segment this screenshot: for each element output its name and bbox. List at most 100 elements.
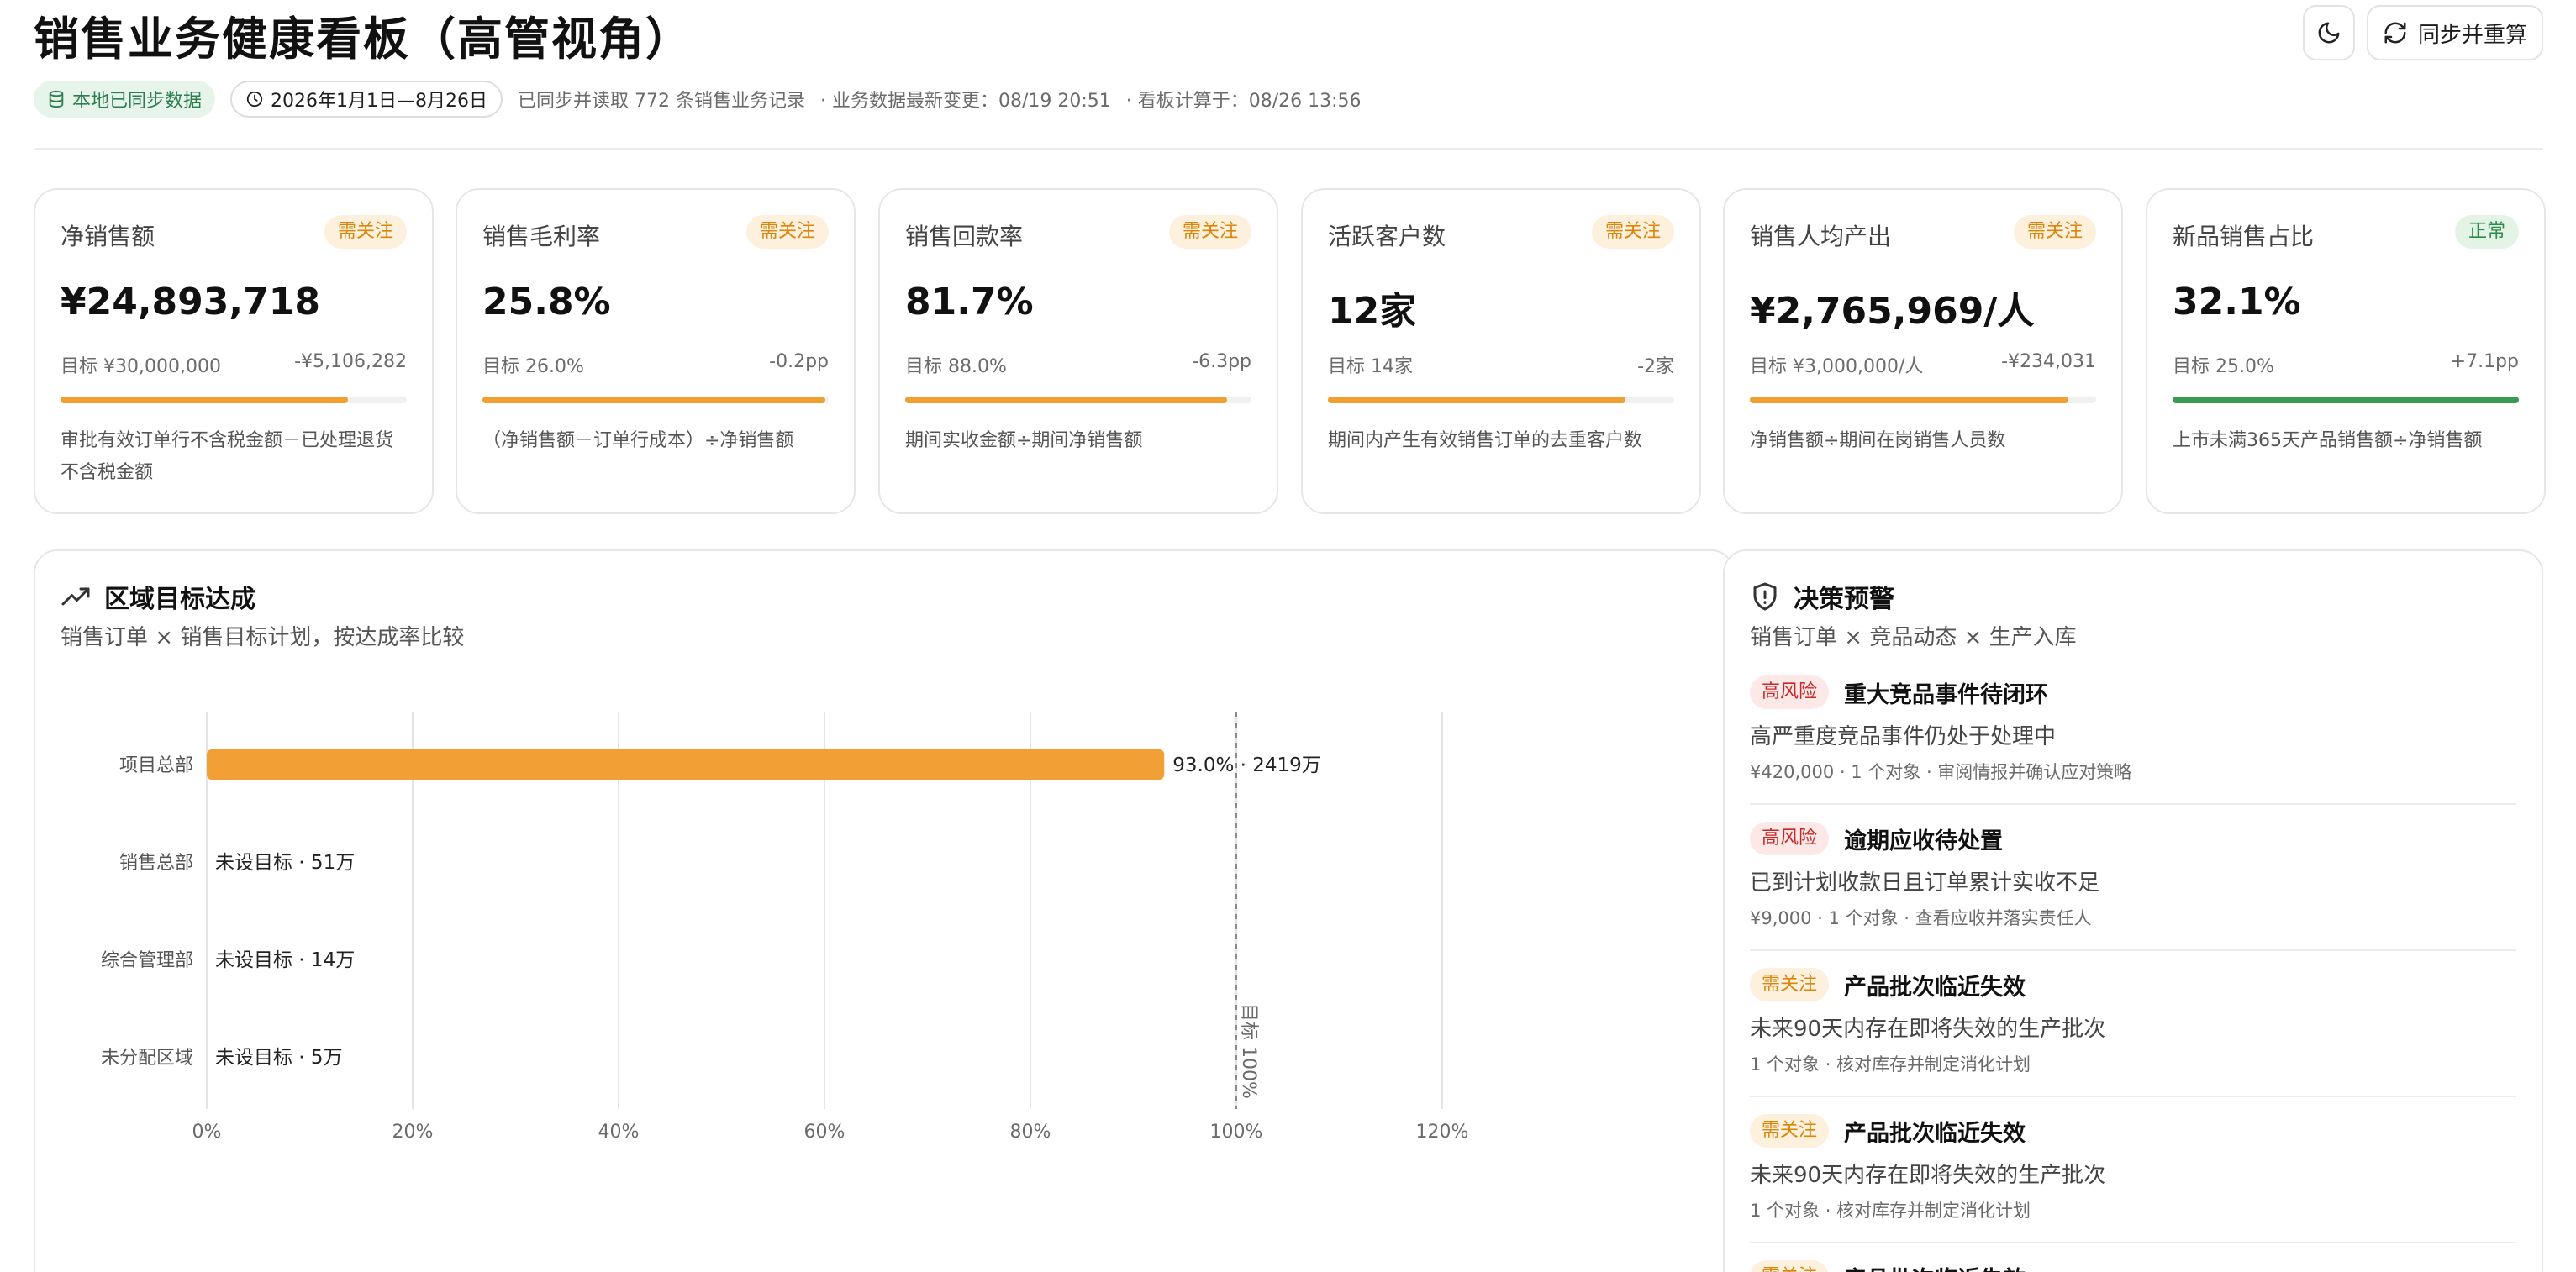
category-label: 销售总部 [119,853,193,874]
alert-description: 高严重度竞品事件仍处于处理中 [1750,724,2057,749]
kpi-description: 期间内产生有效销售订单的去重客户数 [1328,430,1643,451]
alert-level-tag: 需关注 [1750,1114,1830,1148]
alert-head: 需关注产品批次临近失效 [1750,1114,2516,1148]
kpi-progress-track [1750,397,2096,403]
kpi-delta: -6.3pp [1192,351,1251,372]
database-icon [49,90,64,108]
kpi-card[interactable]: 销售毛利率 需关注 25.8% 目标 26.0% -0.2pp （净销售额－订单行成本）÷… [456,188,856,514]
kpi-description: 上市未满365天产品销售额÷净销售额 [2173,430,2483,451]
computed-text: · 看板计算于：08/26 13:56 [1125,91,1362,112]
x-tick-label: 120% [1416,1122,1469,1143]
refresh-icon [2384,22,2406,44]
kpi-name: 销售回款率 [905,223,1024,250]
date-range-picker[interactable]: 2026年1月1日—8月26日 [230,81,503,118]
category-label: 综合管理部 [101,950,193,971]
alert-title: 产品批次临近失效 [1844,974,2026,1001]
kpi-card[interactable]: 新品销售占比 正常 32.1% 目标 25.0% +7.1pp 上市未满365天产品销售额… [2146,188,2546,514]
alert-title: 产品批次临近失效 [1844,1261,2026,1272]
bar-data-label: 未设目标 · 5万 [215,1047,343,1069]
bar [207,749,1165,780]
decision-alert-panel: 决策预警 销售订单 × 竞品动态 × 生产入库 高风险 重大竞品事件待闭环高严重度… [1723,549,2543,1272]
alert-footnote: ¥9,000 · 1 个对象 · 查看应收并落实责任人 [1750,908,2092,928]
alert-footnote: ¥420,000 · 1 个对象 · 审阅情报并确认应对策略 [1750,762,2132,782]
region-bar-chart: 0% 20% 40% 60% 80% 100% 120% 目标 100% 项目总部 93.0% ·… [101,712,1469,1143]
sync-button-label: 同步并重算 [2417,22,2527,48]
alert-title: 重大竞品事件待闭环 [1844,681,2049,708]
kpi-value: 81.7% [905,281,1034,323]
header-divider [34,148,2543,150]
kpi-delta: -¥234,031 [2001,351,2096,372]
alert-panel-title: 决策预警 [1794,585,1894,614]
theme-toggle-button[interactable] [2303,5,2355,60]
kpi-name: 活跃客户数 [1328,223,1446,250]
local-synced-label: 本地已同步数据 [72,91,203,112]
kpi-description: 净销售额÷期间在岗销售人员数 [1750,430,2006,451]
x-tick-label: 100% [1210,1122,1263,1143]
kpi-card[interactable]: 销售人均产出 需关注 ¥2,765,969/人 目标 ¥3,000,000/人 -¥23… [1723,188,2123,514]
sync-recalculate-button[interactable]: 同步并重算 [2367,5,2543,60]
alert-title: 产品批次临近失效 [1844,1120,2026,1147]
status-badge: 需关注 [1168,215,1251,249]
alert-footnote: 1 个对象 · 核对库存并制定消化计划 [1750,1054,2031,1075]
kpi-card[interactable]: 销售回款率 需关注 81.7% 目标 88.0% -6.3pp 期间实收金额÷期间净销售额 [878,188,1278,514]
kpi-delta: -2家 [1637,356,1674,377]
kpi-value: ¥24,893,718 [61,281,320,323]
kpi-value: 12家 [1328,290,1417,333]
x-tick-label: 0% [192,1122,222,1143]
kpi-name: 净销售额 [61,223,155,250]
kpi-name: 销售毛利率 [482,223,601,250]
alert-footnote: 1 个对象 · 核对库存并制定消化计划 [1750,1201,2031,1221]
status-badge: 需关注 [2013,215,2096,249]
alert-divider [1750,949,2516,951]
kpi-progress-track [2173,397,2519,403]
kpi-description: 审批有效订单行不含税金额－已处理退货不含税金额 [61,430,394,483]
kpi-progress-fill [2173,397,2519,403]
alert-level-tag: 需关注 [1750,968,1830,1001]
bar-data-label: 未设目标 · 51万 [215,852,355,874]
alert-head: 需关注产品批次临近失效 [1750,1260,2516,1272]
page-title: 销售业务健康看板（高管视角） [34,13,693,66]
bar-data-label: 93.0% · 2419万 [1172,754,1321,776]
kpi-card[interactable]: 净销售额 需关注 ¥24,893,718 目标 ¥30,000,000 -¥5,106,… [34,188,434,514]
alert-divider [1750,1242,2516,1243]
local-synced-badge: 本地已同步数据 [34,81,216,118]
alert-item[interactable]: 高风险 逾期应收待处置 已到计划收款日且订单累计实收不足 ¥9,000 · 1 个对象… [1750,822,2516,930]
kpi-progress-fill [1328,397,1626,403]
kpi-progress-track [61,397,407,403]
alert-divider [1750,1096,2516,1097]
alert-description: 未来90天内存在即将失效的生产批次 [1750,1017,2106,1042]
date-range-label: 2026年1月1日—8月26日 [271,91,487,112]
kpi-value: 32.1% [2173,281,2301,323]
status-badge: 需关注 [1591,215,1674,249]
kpi-description: （净销售额－订单行成本）÷净销售额 [482,430,794,451]
shield-alert-icon [1753,582,1777,611]
alert-item[interactable]: 需关注 产品批次临近失效未来90天内存在即将失效的生产批次 1 个对象 · 核对库存… [1750,968,2516,1076]
kpi-delta: -¥5,106,282 [294,351,407,372]
alert-panel-subtitle: 销售订单 × 竞品动态 × 生产入库 [1750,625,2077,650]
kpi-target: 目标 26.0% [482,356,584,377]
meta-row: 本地已同步数据 2026年1月1日—8月26日 已同步并读取 772 条销售业务… [34,81,1362,118]
bar-data-label: 未设目标 · 14万 [215,949,355,971]
category-label: 项目总部 [119,755,193,776]
kpi-delta: +7.1pp [2450,351,2519,372]
kpi-card[interactable]: 活跃客户数 需关注 12家 目标 14家 -2家 期间内产生有效销售订单的去重客户数 [1301,188,1701,514]
kpi-description: 期间实收金额÷期间净销售额 [905,430,1143,451]
alert-item[interactable]: 需关注 产品批次临近失效 未来90天内存在即将失效的生产批次 1 个对象 · 核对库存… [1750,1114,2516,1222]
kpi-target: 目标 88.0% [905,356,1007,377]
x-tick-label: 20% [392,1122,434,1143]
kpi-value: 25.8% [482,281,611,323]
x-tick-label: 80% [1010,1122,1051,1143]
kpi-target: 目标 25.0% [2173,356,2274,377]
kpi-target: 目标 ¥30,000,000 [61,356,221,377]
kpi-progress-track [1328,397,1674,403]
x-tick-label: 60% [804,1122,845,1143]
alert-item[interactable]: 高风险 重大竞品事件待闭环高严重度竞品事件仍处于处理中 ¥420,000 · 1 个… [1750,675,2516,784]
alert-item[interactable]: 需关注 产品批次临近失效 [1750,1260,2516,1272]
alert-level-tag: 高风险 [1750,675,1830,709]
kpi-delta: -0.2pp [769,351,829,372]
kpi-progress-fill [482,397,825,403]
records-text: 已同步并读取 772 条销售业务记录 [518,91,805,112]
status-badge: 正常 [2454,215,2519,249]
category-label: 未分配区域 [101,1048,193,1069]
kpi-progress-track [482,397,829,403]
